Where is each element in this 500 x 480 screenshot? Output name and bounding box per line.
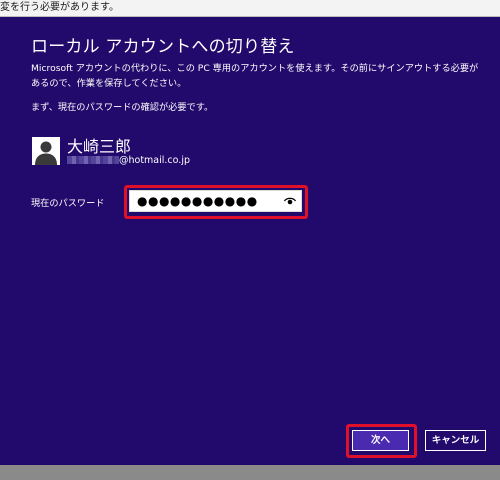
window-top-strip: 変を行う必要があります。 bbox=[0, 0, 500, 17]
current-password-label: 現在のパスワード bbox=[31, 198, 105, 209]
instruction-text: まず、現在のパスワードの確認が必要です。 bbox=[31, 102, 214, 113]
masked-email-prefix bbox=[67, 156, 119, 164]
eye-icon[interactable] bbox=[284, 196, 296, 206]
user-silhouette-icon bbox=[32, 137, 60, 165]
top-strip-text: 変を行う必要があります。 bbox=[0, 2, 119, 13]
switch-to-local-account-panel: ローカル アカウントへの切り替え Microsoft アカウントの代わりに、この… bbox=[0, 17, 500, 465]
user-email: @hotmail.co.jp bbox=[67, 154, 190, 166]
page-title: ローカル アカウントへの切り替え bbox=[31, 37, 295, 57]
password-masked-value: ●●●●●●●●●●● bbox=[137, 194, 258, 208]
current-password-input[interactable]: ●●●●●●●●●●● bbox=[129, 190, 302, 212]
email-domain: @hotmail.co.jp bbox=[119, 154, 190, 166]
next-button[interactable]: 次へ bbox=[352, 430, 409, 451]
cancel-button[interactable]: キャンセル bbox=[425, 430, 486, 451]
description-text: Microsoft アカウントの代わりに、この PC 専用のアカウントを使えます… bbox=[31, 63, 479, 89]
